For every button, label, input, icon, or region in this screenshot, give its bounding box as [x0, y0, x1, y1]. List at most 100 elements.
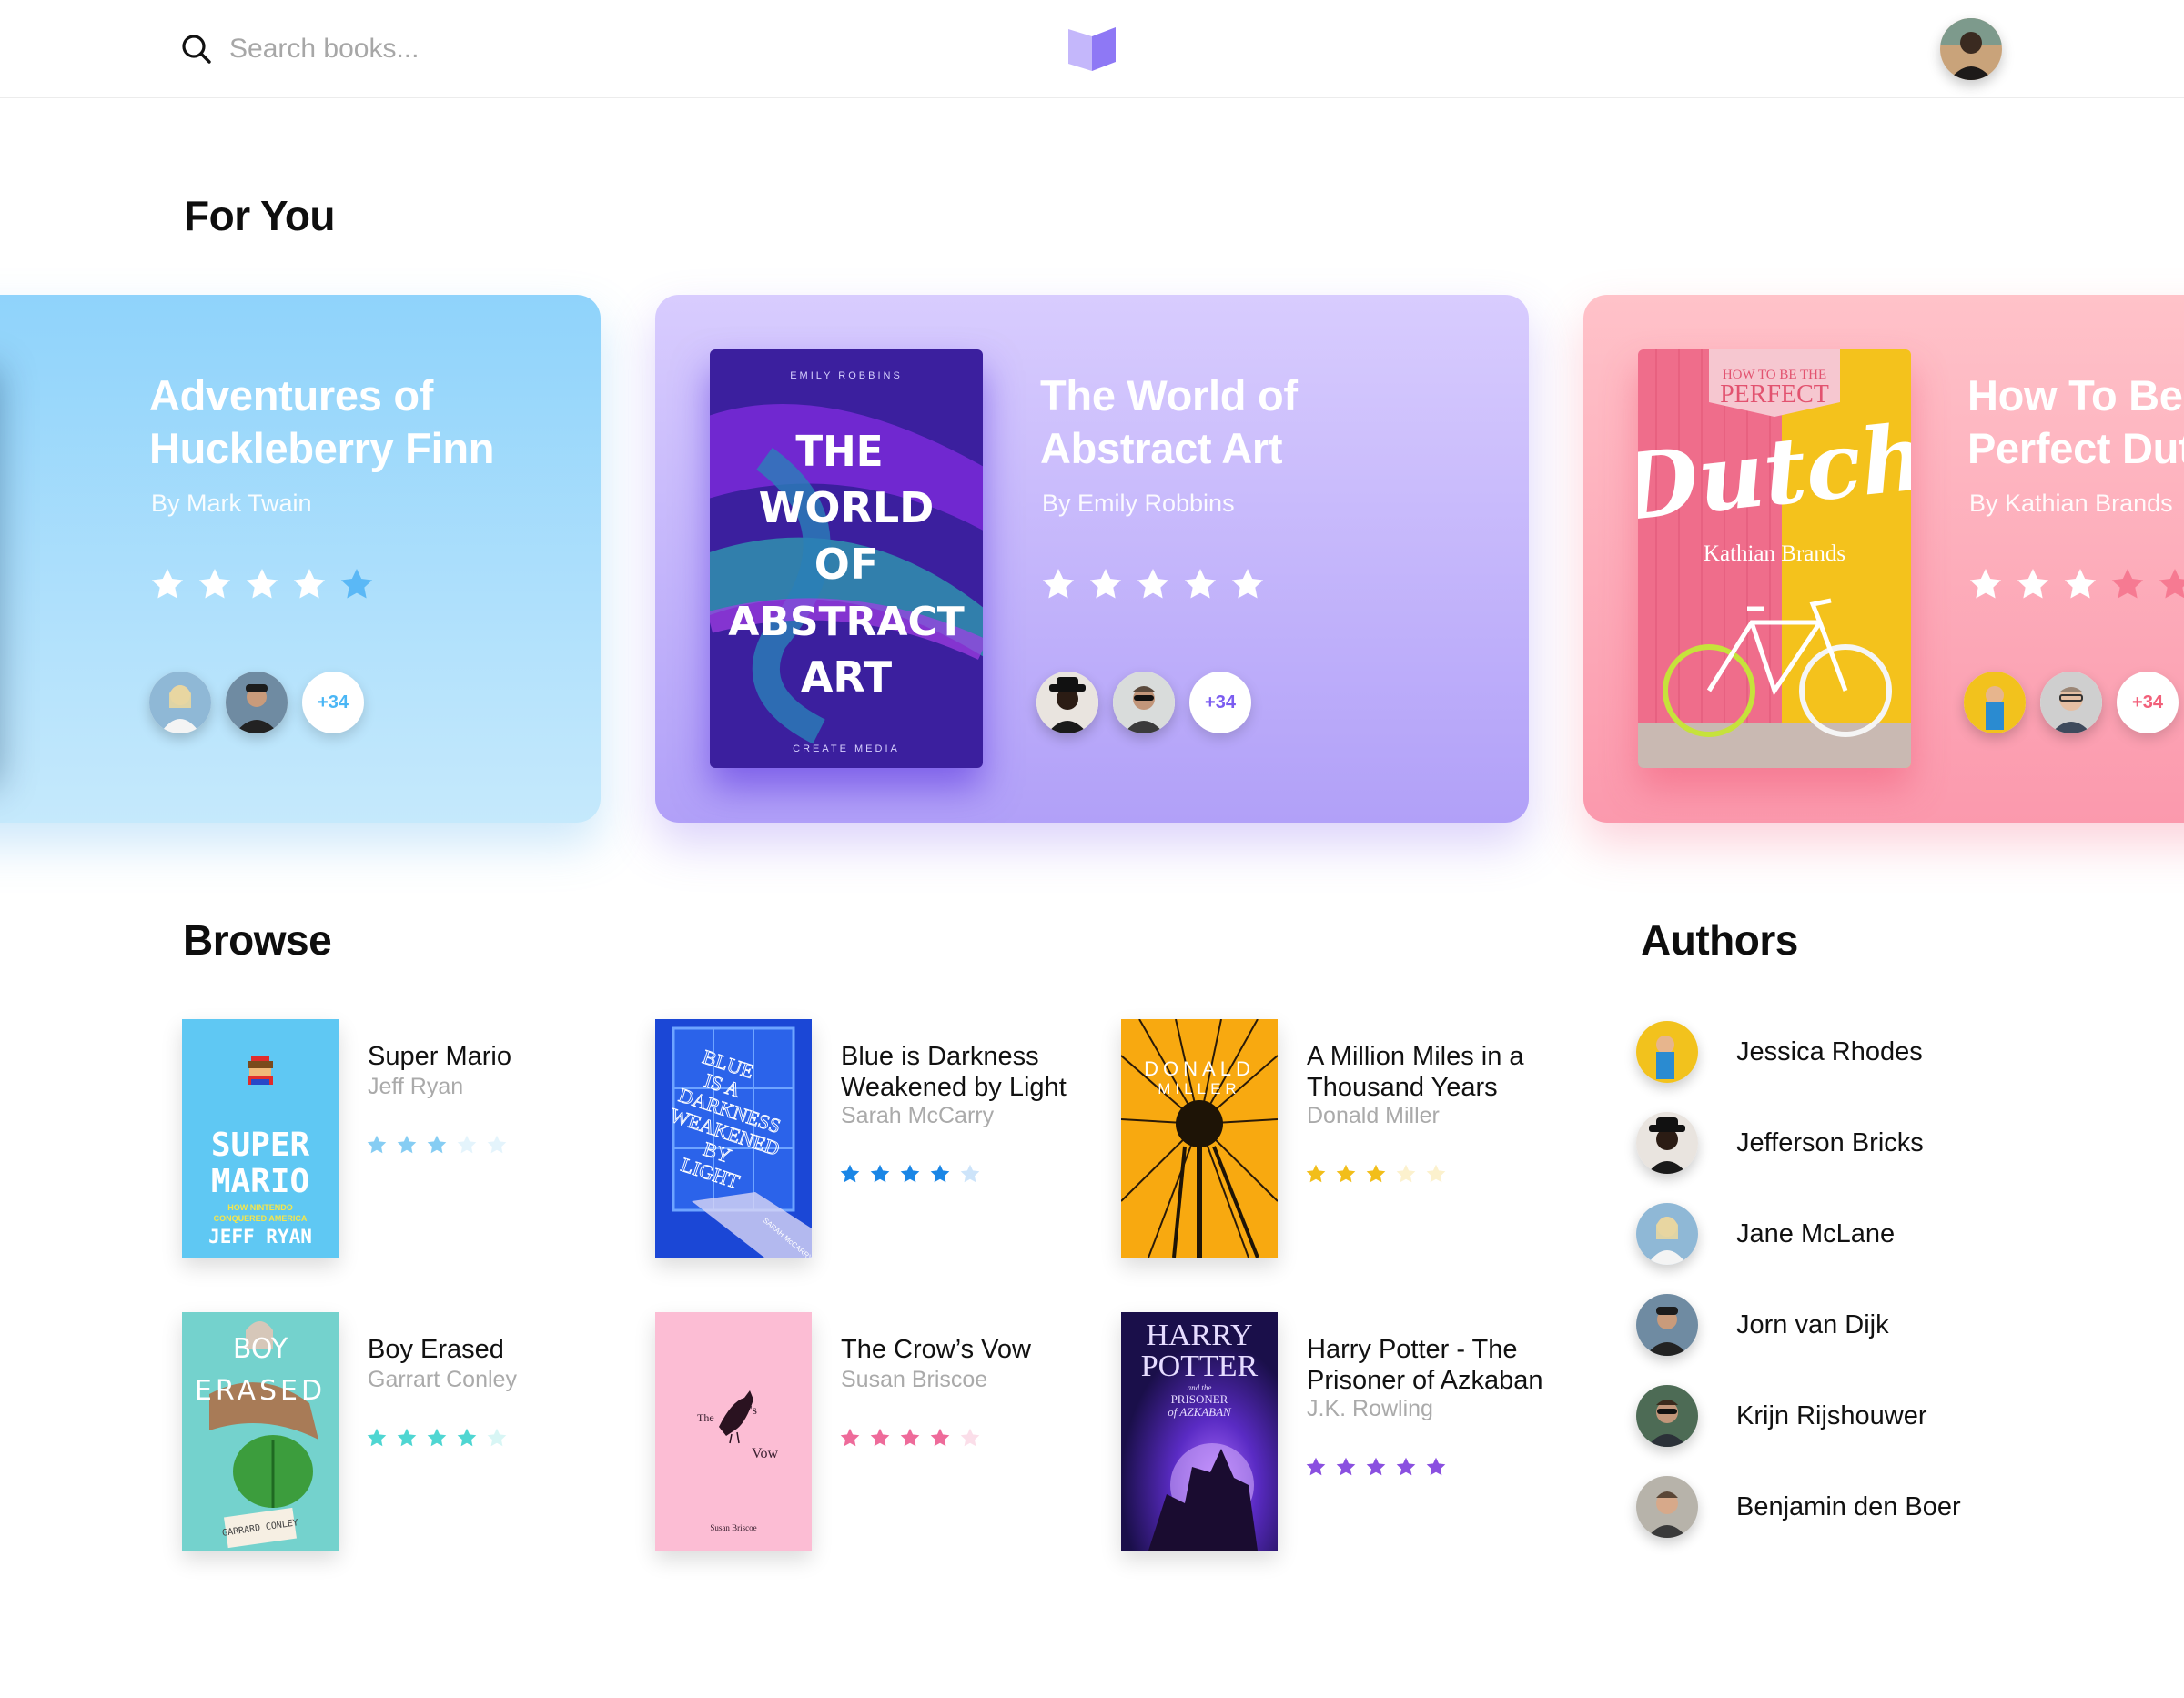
- star-icon: [1042, 569, 1075, 599]
- star-icon: [340, 569, 373, 599]
- star-icon: [1184, 569, 1217, 599]
- author-name[interactable]: Jorn van Dijk: [1736, 1310, 1889, 1340]
- book-cover-harry-potter[interactable]: HARRY POTTER and the PRISONER of AZKABAN: [1121, 1312, 1278, 1551]
- reader-avatars[interactable]: +34: [1036, 672, 1251, 733]
- book-author[interactable]: Jeff Ryan: [368, 1074, 463, 1100]
- star-icon: [1366, 1457, 1386, 1476]
- reader-avatar[interactable]: [226, 672, 288, 733]
- rating-stars: [839, 1163, 981, 1185]
- book-cover-perfect-dutch[interactable]: HOW TO BE THE PERFECT Dutch Kathian Bran…: [1638, 349, 1911, 768]
- author-item[interactable]: Benjamin den Boer: [1636, 1476, 2091, 1541]
- rating-stars: [1967, 566, 2184, 606]
- featured-author[interactable]: By Mark Twain: [151, 490, 312, 518]
- author-name[interactable]: Benjamin den Boer: [1736, 1492, 1961, 1522]
- reader-avatar[interactable]: [1113, 672, 1175, 733]
- book-author[interactable]: J.K. Rowling: [1307, 1396, 1433, 1422]
- svg-text:THE: THE: [795, 427, 883, 476]
- author-avatar[interactable]: [1636, 1112, 1698, 1174]
- book-cover-crows-vow[interactable]: The 's Vow Susan Briscoe: [655, 1312, 812, 1551]
- svg-text:MILLER: MILLER: [1158, 1080, 1240, 1097]
- book-author[interactable]: Sarah McCarry: [841, 1103, 994, 1129]
- reader-avatars[interactable]: +34: [1964, 672, 2179, 733]
- author-item[interactable]: Jefferson Bricks: [1636, 1112, 2091, 1177]
- author-name[interactable]: Jefferson Bricks: [1736, 1128, 1924, 1158]
- book-title[interactable]: The Crow’s Vow: [841, 1334, 1114, 1365]
- more-readers-badge[interactable]: +34: [1189, 672, 1251, 733]
- star-icon: [1426, 1457, 1446, 1476]
- star-icon: [840, 1428, 860, 1447]
- star-icon: [1366, 1164, 1386, 1183]
- svg-text:DONALD: DONALD: [1144, 1057, 1255, 1080]
- author-avatar[interactable]: [1636, 1385, 1698, 1447]
- star-icon: [397, 1135, 417, 1154]
- book-title[interactable]: A Million Miles in a Thousand Years: [1307, 1041, 1580, 1103]
- more-readers-badge[interactable]: +34: [2117, 672, 2179, 733]
- for-you-heading: For You: [184, 192, 336, 239]
- svg-text:'s: 's: [750, 1404, 757, 1418]
- browse-book[interactable]: DONALD MILLER A Million Miles in a Thous…: [1121, 1019, 1722, 1258]
- featured-title[interactable]: The World of Abstract Art: [1040, 369, 1529, 475]
- book-title[interactable]: Harry Potter - The Prisoner of Azkaban: [1307, 1334, 1580, 1396]
- svg-text:ERASED: ERASED: [195, 1375, 326, 1407]
- book-author[interactable]: Garrart Conley: [368, 1367, 517, 1393]
- star-icon: [930, 1164, 950, 1183]
- author-avatar[interactable]: [1636, 1203, 1698, 1265]
- search-icon[interactable]: [180, 33, 213, 66]
- star-icon: [1426, 1164, 1446, 1183]
- reader-avatar[interactable]: [2040, 672, 2102, 733]
- authors-heading: Authors: [1641, 916, 1798, 964]
- star-icon: [397, 1428, 417, 1447]
- svg-text:MARIO: MARIO: [211, 1163, 309, 1200]
- author-item[interactable]: Jorn van Dijk: [1636, 1294, 2091, 1359]
- featured-card[interactable]: Adventures of Huckleberry Finn By Mark T…: [0, 295, 601, 823]
- author-item[interactable]: Jessica Rhodes: [1636, 1021, 2091, 1087]
- featured-author[interactable]: By Emily Robbins: [1042, 490, 1235, 518]
- user-avatar[interactable]: [1940, 18, 2002, 80]
- star-icon: [960, 1428, 980, 1447]
- svg-text:SUPER: SUPER: [211, 1127, 310, 1164]
- svg-text:The: The: [697, 1411, 714, 1424]
- author-name[interactable]: Krijn Rijshouwer: [1736, 1401, 1927, 1431]
- author-name[interactable]: Jessica Rhodes: [1736, 1037, 1923, 1067]
- book-author[interactable]: Donald Miller: [1307, 1103, 1440, 1129]
- browse-book[interactable]: HARRY POTTER and the PRISONER of AZKABAN…: [1121, 1312, 1722, 1551]
- open-book-logo-icon[interactable]: [1067, 24, 1117, 73]
- author-name[interactable]: Jane McLane: [1736, 1219, 1895, 1249]
- book-cover-world-of-abstract-art[interactable]: EMILY ROBBINS THE WORLD OF ABSTRACT ART …: [710, 349, 983, 768]
- featured-card[interactable]: EMILY ROBBINS THE WORLD OF ABSTRACT ART …: [655, 295, 1529, 823]
- featured-title[interactable]: How To Be the Perfect Dutch: [1967, 369, 2184, 475]
- svg-text:HARRY: HARRY: [1146, 1319, 1252, 1352]
- reader-avatar[interactable]: [1964, 672, 2026, 733]
- star-icon: [427, 1135, 447, 1154]
- featured-author[interactable]: By Kathian Brands: [1969, 490, 2173, 518]
- search-input[interactable]: [229, 27, 684, 71]
- author-avatar[interactable]: [1636, 1476, 1698, 1538]
- svg-text:ART: ART: [801, 652, 893, 702]
- author-avatar[interactable]: [1636, 1294, 1698, 1356]
- reader-avatar[interactable]: [1036, 672, 1098, 733]
- author-item[interactable]: Jane McLane: [1636, 1203, 2091, 1268]
- more-readers-badge[interactable]: +34: [302, 672, 364, 733]
- svg-text:PERFECT: PERFECT: [1720, 380, 1829, 409]
- book-cover-blue-is-darkness[interactable]: BLUE IS A DARKNESS WEAKENED BY LIGHT SAR…: [655, 1019, 812, 1258]
- book-title[interactable]: Blue is Darkness Weakened by Light: [841, 1041, 1114, 1103]
- star-icon: [2111, 569, 2144, 599]
- book-cover-boy-erased[interactable]: BOY ERASED GARRARD CONLEY: [182, 1312, 339, 1551]
- star-icon: [1089, 569, 1122, 599]
- author-avatar[interactable]: [1636, 1021, 1698, 1083]
- rating-stars: [1305, 1163, 1447, 1185]
- featured-card[interactable]: HOW TO BE THE PERFECT Dutch Kathian Bran…: [1583, 295, 2184, 823]
- book-cover-million-miles[interactable]: DONALD MILLER: [1121, 1019, 1278, 1258]
- book-cover-super-mario[interactable]: SUPER MARIO HOW NINTENDO CONQUERED AMERI…: [182, 1019, 339, 1258]
- svg-text:WORLD: WORLD: [759, 483, 935, 532]
- featured-title[interactable]: Adventures of Huckleberry Finn: [149, 369, 601, 475]
- reader-avatars[interactable]: +34: [149, 672, 364, 733]
- star-icon: [293, 569, 326, 599]
- book-title[interactable]: Super Mario: [368, 1041, 641, 1072]
- rating-stars: [149, 566, 375, 606]
- book-author[interactable]: Susan Briscoe: [841, 1367, 987, 1393]
- author-item[interactable]: Krijn Rijshouwer: [1636, 1385, 2091, 1450]
- reader-avatar[interactable]: [149, 672, 211, 733]
- book-title[interactable]: Boy Erased: [368, 1334, 641, 1365]
- star-icon: [367, 1135, 387, 1154]
